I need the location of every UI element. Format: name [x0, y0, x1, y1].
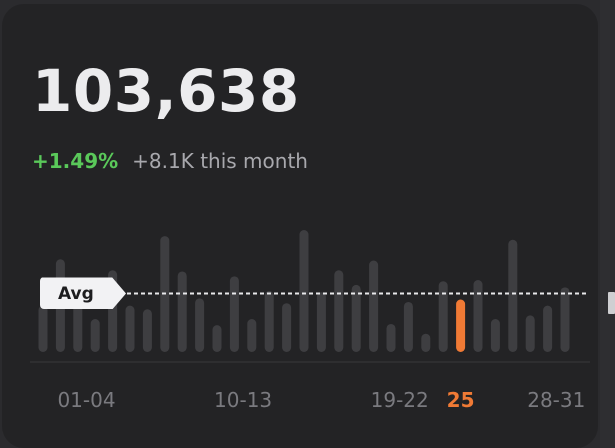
chart-bar[interactable] — [421, 333, 431, 352]
x-tick-label: 28-31 — [527, 388, 585, 412]
x-tick-label: 10-13 — [214, 388, 272, 412]
chart-bar[interactable] — [543, 305, 553, 352]
chart-bar[interactable] — [386, 323, 396, 352]
chart-bar[interactable] — [195, 298, 205, 352]
chart-bar[interactable] — [508, 239, 518, 352]
chart-bar[interactable] — [560, 287, 570, 352]
chart-bar[interactable] — [473, 280, 483, 352]
chart-bar[interactable] — [334, 270, 344, 352]
chart-bar[interactable] — [299, 230, 309, 352]
chart-bar[interactable] — [351, 284, 361, 352]
x-tick-label: 25 — [447, 388, 475, 412]
chart-bar[interactable] — [316, 292, 326, 352]
x-tick-label: 19-22 — [371, 388, 429, 412]
chart-bar[interactable] — [177, 271, 187, 352]
avg-label: Avg — [58, 284, 94, 305]
adjacent-card-edge — [600, 0, 615, 448]
x-tick-label: 01-04 — [57, 388, 115, 412]
chart-bar[interactable] — [438, 281, 448, 352]
chart-bar[interactable] — [142, 309, 152, 352]
chart-bar[interactable] — [264, 291, 274, 352]
chart-bar[interactable] — [125, 305, 135, 352]
chart-bar[interactable] — [403, 301, 413, 352]
chart-bar[interactable] — [282, 303, 292, 352]
chart-bar[interactable] — [490, 319, 500, 352]
chart-bar-highlight[interactable] — [456, 299, 466, 352]
daily-bar-chart: 01-04 10-13 19-22 25 28-31 — [30, 230, 590, 412]
chart-bar[interactable] — [525, 315, 535, 352]
chart-bar[interactable] — [90, 319, 100, 352]
chart-bar[interactable] — [38, 305, 48, 352]
chart-bar[interactable] — [212, 325, 222, 352]
adjacent-card-marker — [608, 292, 615, 314]
chart-bar[interactable] — [229, 276, 239, 352]
chart-bar[interactable] — [247, 319, 257, 352]
avg-badge: Avg — [40, 277, 126, 310]
chart-bar[interactable] — [369, 260, 379, 353]
